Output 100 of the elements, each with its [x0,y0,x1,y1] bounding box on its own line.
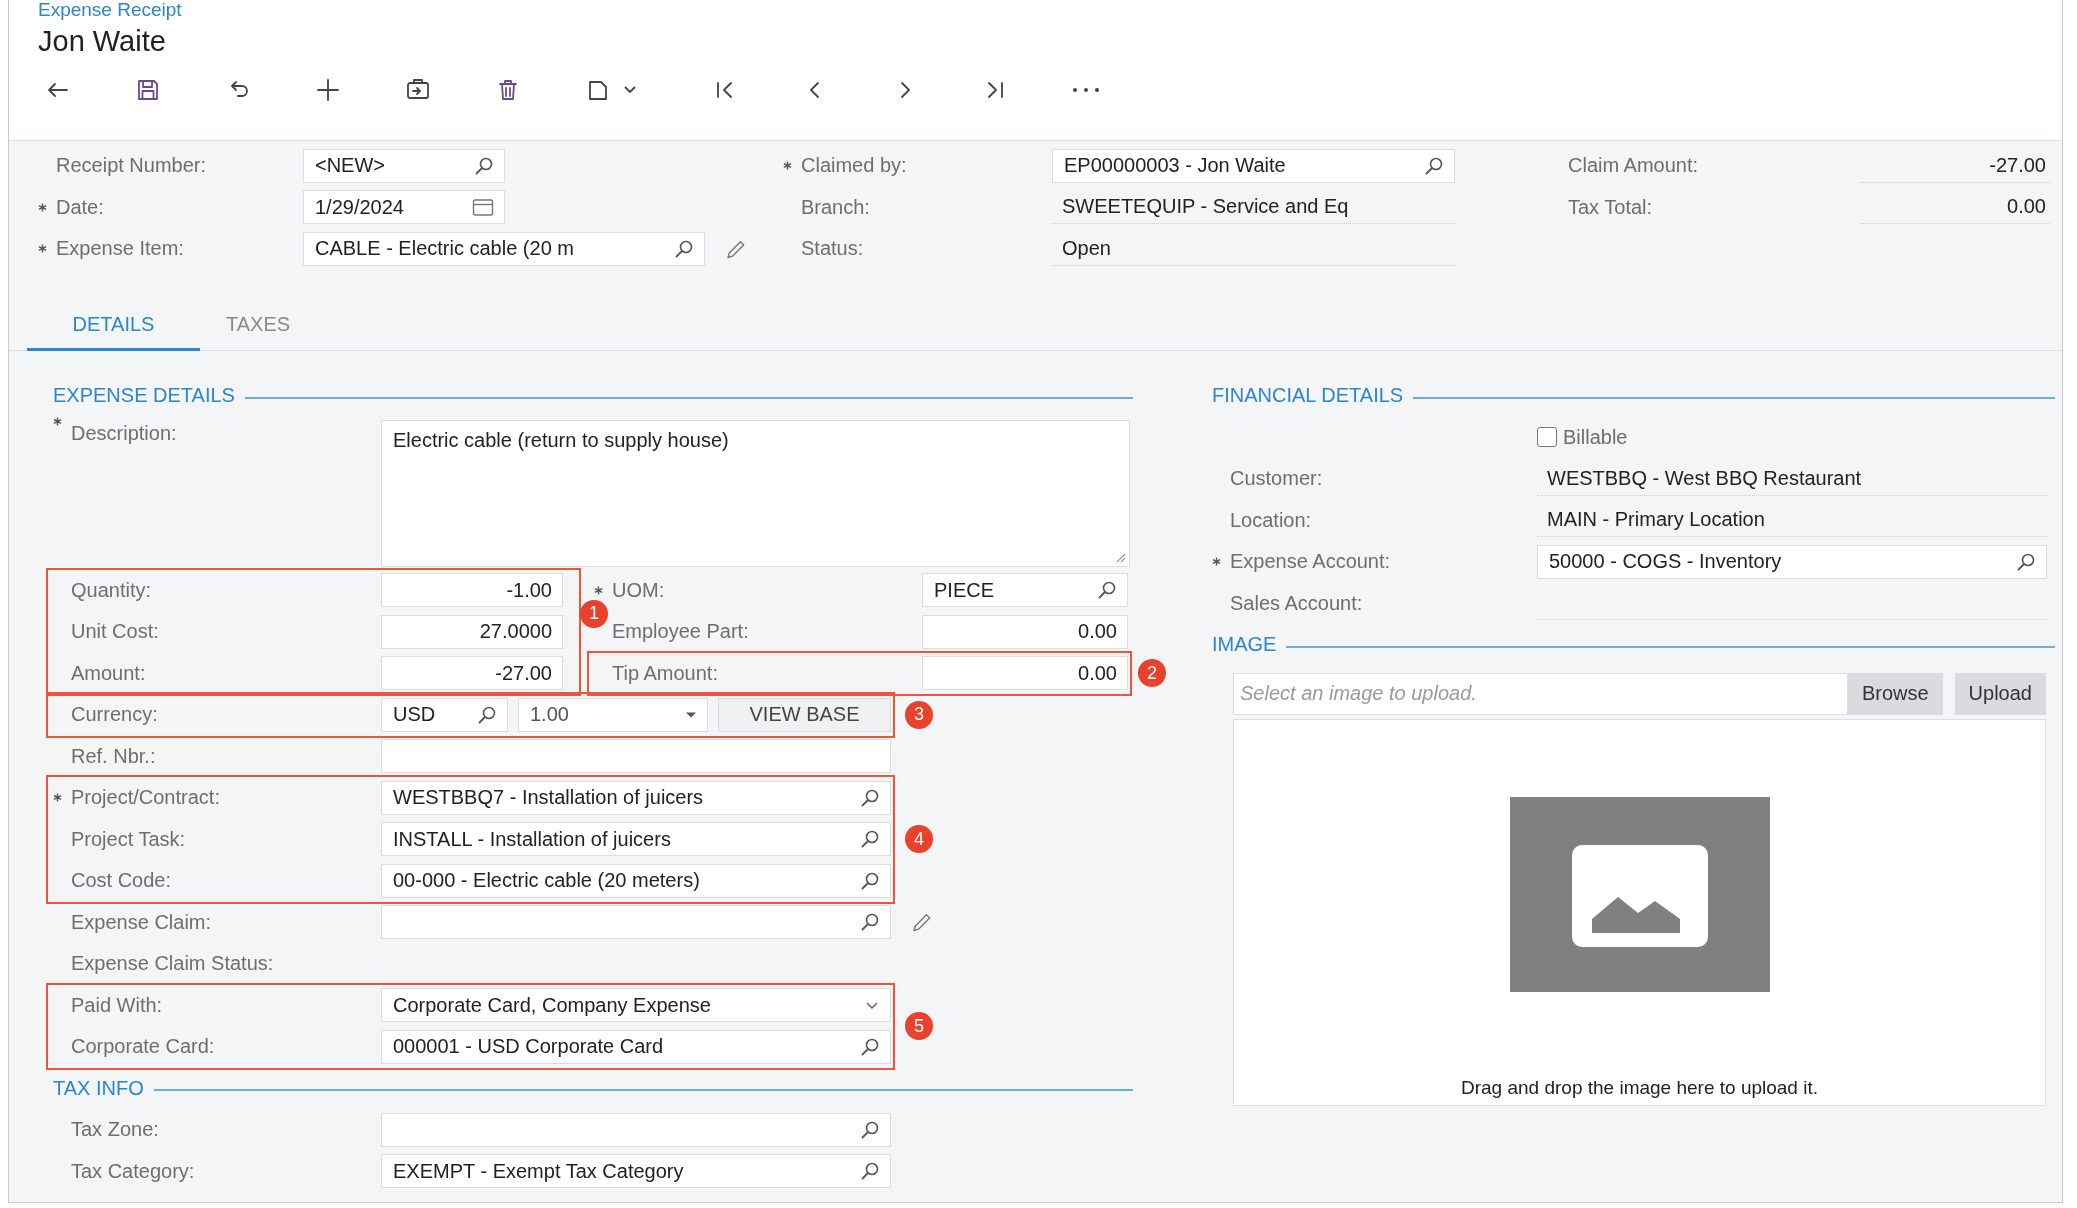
field-label: Quantity: [71,578,152,602]
field-label: Branch: [801,195,870,219]
lookup-field[interactable]: 00-000 - Electric cable (20 meters) [381,863,891,898]
date-field[interactable]: 1/29/2024 [303,190,505,225]
save-icon[interactable] [135,77,161,103]
field-label: Tax Zone: [71,1118,159,1142]
lookup-field[interactable]: <NEW> [303,148,505,183]
search-icon[interactable] [860,787,880,808]
field-label: Sales Account: [1230,591,1363,615]
section-heading: EXPENSE DETAILS [53,384,235,408]
field-label: Expense Claim Status: [71,952,274,976]
page-title: Jon Waite [38,25,166,57]
field-label: Cost Code: [71,869,172,893]
field-label: Tip Amount: [612,661,718,685]
search-icon[interactable] [1097,580,1117,601]
search-icon[interactable] [860,829,880,850]
lookup-field[interactable]: PIECE [922,573,1128,608]
input-field[interactable]: -1.00 [381,573,563,608]
calendar-icon[interactable] [472,197,494,218]
callout-number: 4 [905,825,933,854]
field-label: Expense Account: [1230,550,1391,574]
pencil-icon[interactable] [911,911,933,934]
more-icon[interactable] [1072,87,1100,93]
text-area[interactable]: Electric cable (return to supply house) [381,419,1130,567]
field-value: MAIN - Primary Location [1547,508,1765,532]
field-label: Claimed by: [801,154,907,178]
upload-button[interactable]: Upload [1954,672,2046,715]
dropdown-field[interactable]: Corporate Card, Company Expense [381,988,891,1023]
section-heading: IMAGE [1212,633,1277,657]
field-label: Employee Part: [612,620,749,644]
field-label: Tax Category: [71,1159,195,1183]
callout-number: 5 [905,1012,933,1040]
lookup-field[interactable] [381,1112,891,1147]
dropdown-field[interactable]: 1.00 [518,697,708,732]
lookup-field[interactable]: INSTALL - Installation of juicers [381,822,891,857]
lookup-field[interactable]: CABLE - Electric cable (20 m [303,231,705,266]
search-icon[interactable] [860,1161,880,1182]
section-heading: FINANCIAL DETAILS [1212,384,1404,408]
field-label: Expense Claim: [71,910,212,934]
caret-icon[interactable] [623,85,637,95]
search-icon[interactable] [1424,155,1444,176]
field-label: Project/Contract: [71,786,220,810]
lookup-field[interactable]: EXEMPT - Exempt Tax Category [381,1154,891,1189]
field-label: Expense Item: [56,237,184,261]
field-label: Unit Cost: [71,620,159,644]
field-label: Paid With: [71,993,163,1017]
search-icon[interactable] [2016,551,2036,572]
checkbox[interactable] [1537,427,1557,448]
checkbox-label: Billable [1563,425,1628,449]
field-value: WESTBBQ - West BBQ Restaurant [1547,466,1862,490]
field-label: Receipt Number: [56,154,207,178]
field-label: Description: [71,422,177,445]
field-label: Tax Total: [1568,195,1653,219]
input-field[interactable]: Select an image to upload. [1233,672,1848,715]
search-icon[interactable] [674,238,694,259]
lookup-field[interactable]: USD [381,697,508,732]
field-value: 0.00 [2007,195,2046,219]
image-placeholder-icon [1509,796,1770,992]
lookup-field[interactable] [381,905,891,940]
input-field[interactable]: 0.00 [922,656,1128,691]
field-label: Date: [56,195,104,219]
field-value: -27.00 [1989,153,2046,177]
add-icon[interactable] [315,77,341,103]
field-label: Project Task: [71,827,186,851]
breadcrumb-link[interactable]: Expense Receipt [38,0,182,20]
search-icon[interactable] [474,155,494,176]
search-icon[interactable] [860,870,880,891]
field-label: Location: [1230,508,1312,532]
input-field[interactable]: -27.00 [381,656,563,691]
search-icon[interactable] [860,1036,880,1057]
search-icon[interactable] [477,704,497,725]
field-label: Amount: [71,661,146,685]
browse-button[interactable]: Browse [1847,672,1943,715]
field-value: SWEETEQUIP - Service and Eq [1062,195,1349,219]
field-label: UOM: [612,578,665,602]
input-field[interactable]: 0.00 [922,614,1128,649]
field-label: Currency: [71,703,158,727]
field-label: Claim Amount: [1568,154,1699,178]
field-value: Open [1062,236,1111,260]
callout-number: 2 [1138,659,1166,688]
search-icon[interactable] [860,1119,880,1140]
tab[interactable]: DETAILS [27,301,200,351]
callout-number: 3 [905,700,933,729]
field-label: Ref. Nbr.: [71,744,156,768]
lookup-field[interactable]: EP00000003 - Jon Waite [1052,148,1455,183]
drop-zone[interactable]: Drag and drop the image here to upload it. [1233,718,2046,1106]
field-label: Corporate Card: [71,1035,215,1059]
field-label: Customer: [1230,467,1323,491]
input-field[interactable]: 27.0000 [381,614,563,649]
callout-number: 1 [580,599,608,628]
drop-zone-text: Drag and drop the image here to upload it. [1461,1076,1818,1099]
lookup-field[interactable]: 000001 - USD Corporate Card [381,1029,891,1064]
search-icon[interactable] [860,912,880,933]
lookup-field[interactable]: 50000 - COGS - Inventory [1537,544,2047,579]
caret-icon[interactable] [685,710,697,719]
section-heading: TAX INFO [53,1076,144,1100]
input-field[interactable] [381,739,891,774]
field-label: Status: [801,237,864,261]
view-base-button[interactable]: VIEW BASE [718,697,891,732]
lookup-field[interactable]: WESTBBQ7 - Installation of juicers [381,780,891,815]
